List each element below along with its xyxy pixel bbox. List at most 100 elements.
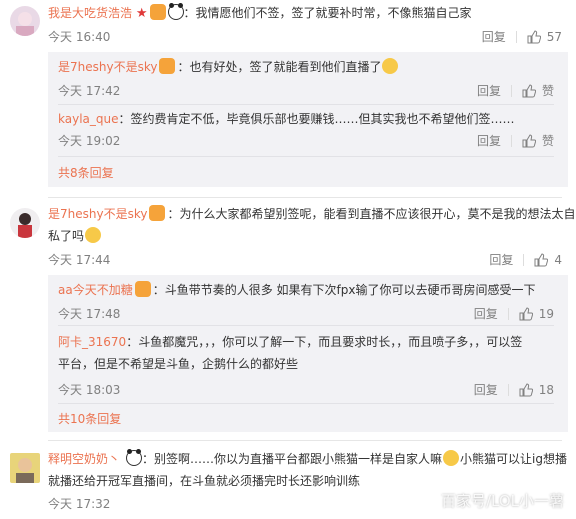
star-icon: ★ — [135, 6, 148, 21]
reply-button[interactable]: 回复 — [482, 28, 506, 45]
reply-meta: 今天 18:03 回复 18 — [58, 381, 554, 401]
divider — [58, 403, 554, 404]
comment-text: ：为什么大家都希望别签呢，能看到直播不应该很开心，莫不是我的想法太自 — [167, 207, 576, 221]
avatar-image — [16, 12, 34, 36]
timestamp: 今天 16:40 — [48, 30, 111, 44]
timestamp: 今天 17:32 — [48, 497, 111, 511]
reply-text-line: 阿卡_31670：斗鱼都魔咒，，，你可以了解一下，而且要求时长，，而且喷子多，，… — [58, 331, 554, 353]
thumbs-up-icon — [522, 83, 536, 97]
comment-text: 私了吗 — [48, 229, 85, 243]
username[interactable]: 我是大吃货浩浩 — [48, 6, 132, 20]
reply-box: aa今天不加糖 ：斗鱼带节奏的人很多 如果有下次fpx输了你可以去硬币哥房间感受一… — [48, 275, 568, 432]
fan-badge-icon — [149, 4, 166, 20]
username[interactable]: 阿卡_31670 — [58, 335, 126, 349]
divider — [48, 440, 562, 441]
reply-text-line: kayla_que：签约费肯定不低，毕竟俱乐部也要赚钱……但其实我也不希望他们签… — [58, 108, 554, 130]
thumbs-up-icon — [519, 306, 533, 320]
reply-1: aa今天不加糖 ：斗鱼带节奏的人很多 如果有下次fpx输了你可以去硬币哥房间感受一… — [58, 279, 554, 323]
reply-text: ：斗鱼都魔咒，，，你可以了解一下，而且要求时长，，而且喷子多，，可以签 — [126, 335, 523, 349]
like-button[interactable]: 4 — [534, 253, 562, 267]
comment-text-line-2: 就播还给开冠军直播间，在斗鱼就必须播完时长还影响训练 — [48, 470, 562, 492]
comment-text-cont: 小熊猫可以让ig想播 — [460, 452, 567, 466]
comment-text: 就播还给开冠军直播间，在斗鱼就必须播完时长还影响训练 — [48, 474, 361, 488]
thumbs-up-icon — [534, 252, 549, 266]
reply-button[interactable]: 回复 — [474, 305, 498, 322]
reply-2: kayla_que：签约费肯定不低，毕竟俱乐部也要赚钱……但其实我也不希望他们签… — [58, 108, 554, 156]
comment-text: ：别签啊……你以为直播平台都跟小熊猫一样是自家人嘛 — [142, 452, 443, 466]
separator — [510, 134, 512, 147]
separator — [515, 30, 517, 43]
like-button[interactable]: 57 — [527, 30, 562, 44]
divider — [58, 156, 554, 157]
reply-meta: 今天 17:48 回复 19 — [58, 305, 554, 325]
username[interactable]: 释明空奶奶丶 — [48, 452, 120, 466]
comment-meta: 今天 16:40 回复 57 — [48, 28, 562, 48]
username[interactable]: kayla_que — [58, 112, 119, 126]
laugh-emoji-icon — [443, 450, 460, 466]
separator — [510, 84, 512, 97]
reply-text-line: aa今天不加糖 ：斗鱼带节奏的人很多 如果有下次fpx输了你可以去硬币哥房间感受一… — [58, 279, 554, 301]
thumbs-up-icon — [519, 382, 533, 396]
like-label: 赞 — [541, 84, 554, 98]
like-label: 赞 — [541, 134, 554, 148]
smile-emoji-icon — [382, 58, 399, 74]
more-replies-link[interactable]: 共8条回复 — [58, 164, 114, 181]
divider — [58, 325, 554, 326]
username[interactable]: 是7heshy不是sky — [58, 60, 157, 74]
username[interactable]: aa今天不加糖 — [58, 283, 133, 297]
separator — [523, 253, 525, 266]
comment-text: ：我情愿他们不签，签了就要补时常，不像熊猫自己家 — [183, 6, 472, 20]
avatar-image — [18, 213, 32, 238]
panda-emoji-icon — [126, 449, 143, 466]
comment-text-line-2: 私了吗 — [48, 225, 562, 247]
divider — [58, 104, 554, 105]
reply-button[interactable]: 回复 — [474, 381, 498, 398]
like-button[interactable]: 19 — [519, 307, 554, 321]
timestamp: 今天 17:48 — [58, 307, 121, 321]
like-count: 19 — [538, 306, 554, 321]
fan-badge-icon — [149, 205, 166, 221]
comment-meta: 今天 17:44 回复 4 — [48, 251, 562, 271]
like-button[interactable]: 赞 — [522, 82, 554, 99]
reply-button[interactable]: 回复 — [489, 251, 513, 268]
fan-badge-icon — [134, 281, 151, 297]
reply-button[interactable]: 回复 — [477, 82, 501, 99]
like-count: 4 — [554, 252, 562, 267]
like-button[interactable]: 18 — [519, 383, 554, 397]
comment-text-line: 释明空奶奶丶 ：别签啊……你以为直播平台都跟小熊猫一样是自家人嘛 小熊猫可以让ig想… — [48, 448, 567, 470]
reply-button[interactable]: 回复 — [477, 132, 501, 149]
like-count: 57 — [546, 29, 562, 44]
comment-text-line: 我是大吃货浩浩 ★ ：我情愿他们不签，签了就要补时常，不像熊猫自己家 — [48, 2, 562, 25]
reply-text-line: 是7heshy不是sky ：也有好处，签了就能看到他们直播了 — [58, 56, 554, 78]
like-count: 18 — [538, 382, 554, 397]
panda-emoji-icon — [167, 3, 184, 20]
thumbs-up-icon — [527, 29, 541, 43]
comment-2: 是7heshy不是sky ：为什么大家都希望别签呢，能看到直播不应该很开心，莫不是… — [0, 200, 576, 432]
divider — [48, 197, 562, 198]
timestamp: 今天 17:42 — [58, 84, 121, 98]
reply-text: 平台，但是不希望是斗鱼，企鹅什么的都好些 — [58, 357, 299, 371]
reply-text: ：斗鱼带节奏的人很多 如果有下次fpx输了你可以去硬币哥房间感受一下 — [152, 283, 536, 297]
timestamp: 今天 17:44 — [48, 253, 111, 267]
laugh-emoji-icon — [85, 227, 102, 243]
separator — [507, 307, 509, 320]
reply-text: ：也有好处，签了就能看到他们直播了 — [177, 60, 382, 74]
comment-1: 我是大吃货浩浩 ★ ：我情愿他们不签，签了就要补时常，不像熊猫自己家 今天 16:… — [0, 0, 576, 187]
fan-badge-icon — [159, 58, 176, 74]
avatar-image — [16, 458, 34, 483]
thumbs-up-icon — [522, 133, 536, 147]
like-button[interactable]: 赞 — [522, 132, 554, 149]
more-replies-link[interactable]: 共10条回复 — [58, 410, 121, 427]
avatar[interactable] — [10, 6, 40, 36]
avatar[interactable] — [10, 453, 40, 483]
reply-text: ：签约费肯定不低，毕竟俱乐部也要赚钱……但其实我也不希望他们签…… — [118, 112, 515, 126]
timestamp: 今天 19:02 — [58, 134, 121, 148]
separator — [507, 383, 509, 396]
avatar[interactable] — [10, 208, 40, 238]
comment-text-line: 是7heshy不是sky ：为什么大家都希望别签呢，能看到直播不应该很开心，莫不是… — [48, 203, 575, 225]
reply-text-line-2: 平台，但是不希望是斗鱼，企鹅什么的都好些 — [58, 353, 554, 375]
reply-box: 是7heshy不是sky ：也有好处，签了就能看到他们直播了 今天 17:42 回… — [48, 52, 568, 187]
username[interactable]: 是7heshy不是sky — [48, 207, 147, 221]
watermark: 百家号/LOL小一薯 — [440, 492, 564, 510]
timestamp: 今天 18:03 — [58, 383, 121, 397]
